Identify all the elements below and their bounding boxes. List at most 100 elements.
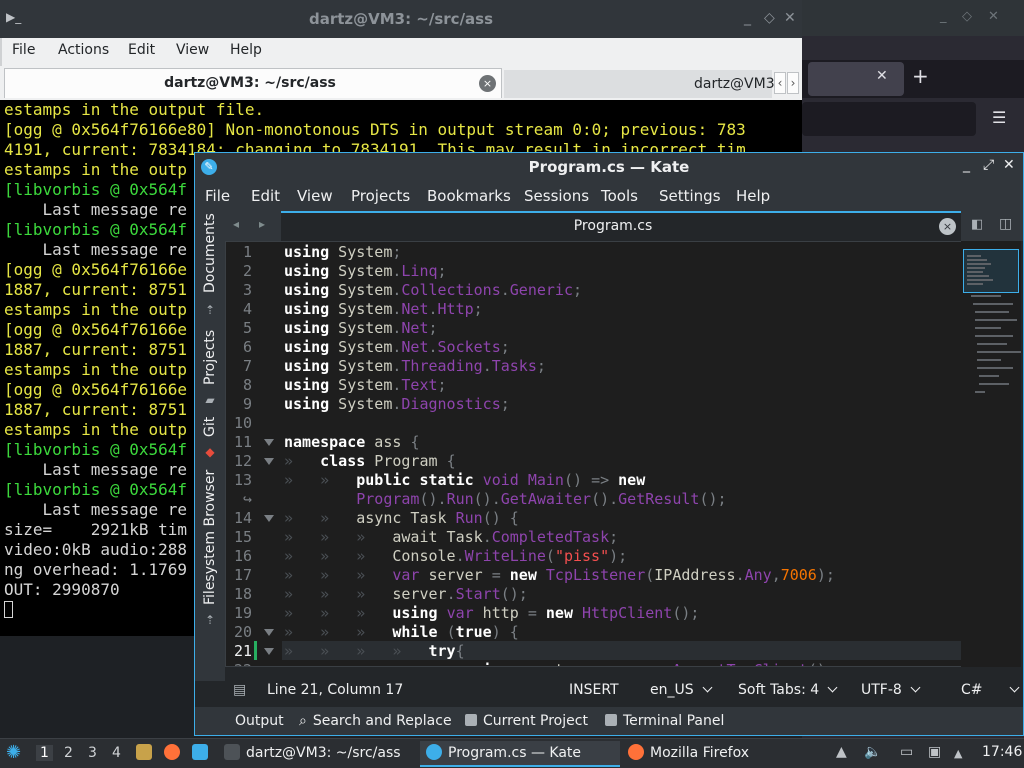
terminal-line: size= 2921kB tim <box>4 520 188 539</box>
code-line: » » public static void Main() => new <box>284 471 646 489</box>
terminal-line: estamps in the outp <box>4 160 188 179</box>
tab-close-icon[interactable]: × <box>939 218 956 235</box>
line-gutter: 12345678910111213↪141516171819202122 <box>226 242 282 666</box>
encoding-select[interactable]: UTF-8 <box>861 682 921 698</box>
indentation-select[interactable]: Soft Tabs: 4 <box>738 682 838 698</box>
line-number: 19 <box>233 604 252 622</box>
document-tab-label: Program.cs <box>573 218 653 234</box>
input-mode[interactable]: INSERT <box>569 682 619 698</box>
toolview-terminal-panel[interactable]: Terminal Panel <box>605 713 724 729</box>
code-line: » » » await Task.CompletedTask; <box>284 528 619 546</box>
new-tab-icon[interactable]: + <box>912 64 929 88</box>
maximize-icon[interactable]: ⤢ <box>983 157 994 173</box>
terminal-line: estamps in the output file. <box>4 100 265 119</box>
fold-toggle-icon[interactable] <box>264 515 274 522</box>
nav-forward-icon[interactable]: ▸ <box>259 217 265 231</box>
menu-bookmarks[interactable]: Bookmarks <box>427 187 511 205</box>
task-terminal-label: dartz@VM3: ~/src/ass <box>224 744 401 761</box>
notifications-icon[interactable]: ▲ <box>836 744 847 760</box>
desktop-3[interactable]: 3 <box>88 745 97 761</box>
clock[interactable]: 17:46 <box>982 744 1022 760</box>
task-firefox[interactable]: Mozilla Firefox <box>622 741 822 767</box>
minimap[interactable] <box>961 241 1021 667</box>
terminal-tabbar: dartz@VM3: ~/src/ass × dartz@VM3: ‹ › <box>0 66 802 100</box>
network-icon[interactable]: ▣ <box>928 744 941 760</box>
menu-file[interactable]: File <box>205 187 230 205</box>
minimize-icon[interactable]: _ <box>744 10 751 26</box>
chevron-down-icon <box>910 682 921 693</box>
clipboard-icon[interactable]: ▭ <box>900 744 913 760</box>
cursor-position[interactable]: Line 21, Column 17 <box>267 682 403 698</box>
minimize-icon[interactable]: _ <box>963 157 970 173</box>
volume-icon[interactable]: 🔈 <box>864 744 881 760</box>
menu-edit[interactable]: Edit <box>251 187 280 205</box>
close-icon[interactable]: ✕ <box>988 9 999 24</box>
menu-projects[interactable]: Projects <box>351 187 410 205</box>
document-tab[interactable]: Program.cs × <box>281 211 961 241</box>
sidebar-tab-documents[interactable]: Documents <box>202 213 218 293</box>
minimize-icon[interactable]: _ <box>940 9 947 24</box>
task-terminal[interactable]: dartz@VM3: ~/src/ass <box>220 741 418 767</box>
menu-tools[interactable]: Tools <box>601 187 638 205</box>
tray-expand-icon[interactable]: ▲ <box>954 747 962 760</box>
menu-help[interactable]: Help <box>736 187 770 205</box>
fold-toggle-icon[interactable] <box>264 629 274 636</box>
menu-view[interactable]: View <box>297 187 333 205</box>
tab-scroll-left-icon[interactable]: ‹ <box>774 72 786 94</box>
code-editor[interactable]: 12345678910111213↪141516171819202122 usi… <box>225 241 993 667</box>
desktop-1[interactable]: 1 <box>36 745 53 761</box>
menu-sessions[interactable]: Sessions <box>524 187 589 205</box>
menu-settings[interactable]: Settings <box>659 187 721 205</box>
code-line: using System.Net.Sockets; <box>284 338 510 356</box>
line-number: 10 <box>233 414 252 432</box>
search-icon: ⌕ <box>299 713 307 729</box>
kate-title: Program.cs — Kate <box>528 158 690 176</box>
browser-toolbar: ☰ <box>802 98 1024 140</box>
toolview-current-project[interactable]: Current Project <box>465 713 588 729</box>
menu-help[interactable]: Help <box>230 42 262 58</box>
desktop-4[interactable]: 4 <box>112 745 121 761</box>
url-bar[interactable] <box>802 102 976 136</box>
toolview-label: Current Project <box>483 713 588 729</box>
sidebar-tab-filesystem-browser[interactable]: Filesystem Browser <box>202 470 218 605</box>
nav-back-icon[interactable]: ◂ <box>233 217 239 231</box>
menu-actions[interactable]: Actions <box>58 42 109 58</box>
hamburger-menu-icon[interactable]: ☰ <box>992 108 1006 127</box>
browser-tab[interactable] <box>808 62 904 96</box>
close-icon[interactable]: ✕ <box>784 10 796 26</box>
sidebar-tab-projects[interactable]: Projects <box>202 330 218 385</box>
desktop-2[interactable]: 2 <box>64 745 73 761</box>
dictionary-select[interactable]: en_US <box>650 682 713 698</box>
tab-scroll-right-icon[interactable]: › <box>787 72 799 94</box>
fold-toggle-icon[interactable] <box>264 458 274 465</box>
sidebar-tab-git[interactable]: Git <box>202 417 218 437</box>
task-kate[interactable]: Program.cs — Kate <box>420 741 620 767</box>
menu-file[interactable]: File <box>12 42 35 58</box>
line-number: 16 <box>233 547 252 565</box>
terminal-tab-2[interactable]: dartz@VM3: <box>504 70 779 98</box>
restore-icon[interactable]: ◇ <box>764 10 775 26</box>
desktop-icon[interactable] <box>192 744 214 761</box>
terminal-line: OUT: 2990870 <box>4 580 120 599</box>
close-icon[interactable]: ✕ <box>1003 157 1015 173</box>
terminal-tab-active[interactable]: dartz@VM3: ~/src/ass × <box>4 68 502 98</box>
application-launcher-icon[interactable]: ✺ <box>6 742 21 763</box>
syntax-select[interactable]: C# <box>961 682 1019 698</box>
panel-icon[interactable]: ◫ <box>999 216 1012 232</box>
toolview-search-replace[interactable]: ⌕ Search and Replace <box>299 713 452 729</box>
menu-edit[interactable]: Edit <box>128 42 155 58</box>
menu-view[interactable]: View <box>176 42 209 58</box>
firefox-launcher-icon[interactable] <box>164 744 186 761</box>
terminal-line: ng overhead: 1.1769 <box>4 560 188 579</box>
tab-close-icon[interactable]: × <box>479 75 496 92</box>
fold-toggle-icon[interactable] <box>264 439 274 446</box>
encoding-value: UTF-8 <box>861 682 902 698</box>
browser-tab-close-icon[interactable]: ✕ <box>876 68 888 84</box>
split-view-icon[interactable]: ◧ <box>971 217 983 232</box>
line-number: 11 <box>233 433 252 451</box>
code-line: » » » Console.WriteLine("piss"); <box>284 547 628 565</box>
fold-toggle-icon[interactable] <box>264 648 274 655</box>
file-manager-icon[interactable] <box>136 744 158 761</box>
toolview-output[interactable]: Output <box>235 713 284 729</box>
restore-icon[interactable]: ◇ <box>962 9 972 24</box>
